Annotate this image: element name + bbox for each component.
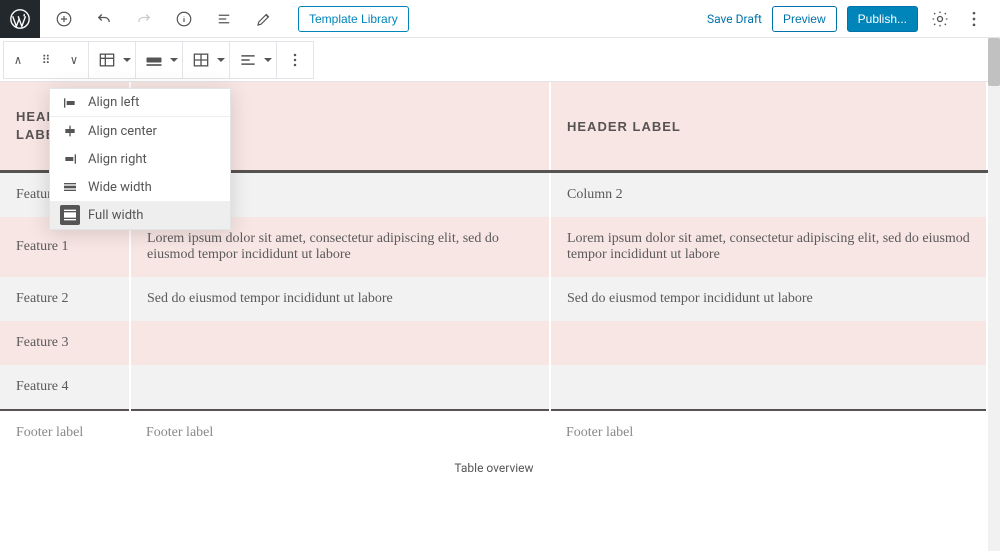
publish-button[interactable]: Publish... bbox=[847, 6, 918, 32]
text-align-button[interactable] bbox=[230, 42, 266, 78]
alignment-dropdown: Align left Align center Align right Wide… bbox=[49, 88, 231, 230]
block-toolbar: ∧ ⠿ ∨ bbox=[0, 38, 1000, 82]
footer-cell[interactable]: Footer label bbox=[130, 410, 550, 455]
table-cell[interactable]: Feature 2 bbox=[0, 277, 130, 321]
table-row: Feature 3 bbox=[0, 321, 987, 365]
menu-item-label: Align right bbox=[88, 152, 147, 167]
more-menu-icon[interactable] bbox=[962, 7, 986, 31]
menu-item-label: Full width bbox=[88, 208, 143, 223]
add-block-button[interactable] bbox=[50, 5, 78, 33]
table-cell[interactable]: Sed do eiusmod tempor incididunt ut labo… bbox=[130, 277, 550, 321]
block-more-button[interactable] bbox=[277, 42, 313, 78]
undo-button[interactable] bbox=[90, 5, 118, 33]
table-cell[interactable]: Sed do eiusmod tempor incididunt ut labo… bbox=[550, 277, 987, 321]
edit-button[interactable] bbox=[250, 5, 278, 33]
wide-width-option[interactable]: Wide width bbox=[50, 173, 230, 201]
top-left-tools: Template Library bbox=[40, 5, 409, 33]
table-row: Feature 2 Sed do eiusmod tempor incididu… bbox=[0, 277, 987, 321]
drag-handle[interactable]: ⠿ bbox=[32, 42, 60, 78]
full-width-icon bbox=[60, 205, 80, 225]
editor-top-bar: Template Library Save Draft Preview Publ… bbox=[0, 0, 1000, 38]
menu-item-label: Wide width bbox=[88, 180, 152, 195]
table-cell[interactable] bbox=[550, 321, 987, 365]
alignment-button[interactable] bbox=[136, 42, 172, 78]
table-cell[interactable]: Feature 3 bbox=[0, 321, 130, 365]
footer-cell[interactable]: Footer label bbox=[550, 410, 987, 455]
footer-cell[interactable]: Footer label bbox=[0, 410, 130, 455]
preview-button[interactable]: Preview bbox=[772, 6, 837, 32]
move-down-button[interactable]: ∨ bbox=[60, 42, 88, 78]
table-row: Feature 4 bbox=[0, 365, 987, 410]
block-type-button[interactable] bbox=[89, 42, 125, 78]
table-footer-row: Footer label Footer label Footer label bbox=[0, 410, 987, 455]
chevron-down-icon bbox=[123, 58, 131, 66]
top-right-tools: Save Draft Preview Publish... bbox=[707, 6, 1000, 32]
wide-width-icon bbox=[60, 177, 80, 197]
move-up-button[interactable]: ∧ bbox=[4, 42, 32, 78]
chevron-down-icon bbox=[170, 58, 178, 66]
menu-item-label: Align center bbox=[88, 124, 157, 139]
align-left-icon bbox=[60, 93, 80, 113]
save-draft-button[interactable]: Save Draft bbox=[707, 12, 762, 26]
table-cell[interactable]: Lorem ipsum dolor sit amet, consectetur … bbox=[550, 217, 987, 277]
menu-item-label: Align left bbox=[88, 95, 139, 110]
align-center-icon bbox=[60, 121, 80, 141]
align-right-icon bbox=[60, 149, 80, 169]
table-cell[interactable] bbox=[130, 321, 550, 365]
align-left-option[interactable]: Align left bbox=[50, 89, 230, 117]
align-center-option[interactable]: Align center bbox=[50, 117, 230, 145]
table-cell[interactable] bbox=[550, 365, 987, 410]
table-edit-button[interactable] bbox=[183, 42, 219, 78]
vertical-scrollbar[interactable] bbox=[988, 38, 1000, 551]
table-cell[interactable]: Feature 4 bbox=[0, 365, 130, 410]
settings-icon[interactable] bbox=[928, 7, 952, 31]
table-cell[interactable]: Column 2 bbox=[550, 172, 987, 218]
full-width-option[interactable]: Full width bbox=[50, 201, 230, 229]
info-button[interactable] bbox=[170, 5, 198, 33]
wp-logo[interactable] bbox=[0, 0, 40, 38]
redo-button[interactable] bbox=[130, 5, 158, 33]
table-caption[interactable]: Table overview bbox=[0, 455, 988, 483]
template-library-button[interactable]: Template Library bbox=[298, 6, 409, 32]
chevron-down-icon bbox=[264, 58, 272, 66]
align-right-option[interactable]: Align right bbox=[50, 145, 230, 173]
chevron-down-icon bbox=[217, 58, 225, 66]
header-cell[interactable]: HEADER LABEL bbox=[550, 82, 987, 172]
table-cell[interactable] bbox=[130, 365, 550, 410]
scrollbar-thumb[interactable] bbox=[988, 38, 1000, 86]
outline-button[interactable] bbox=[210, 5, 238, 33]
